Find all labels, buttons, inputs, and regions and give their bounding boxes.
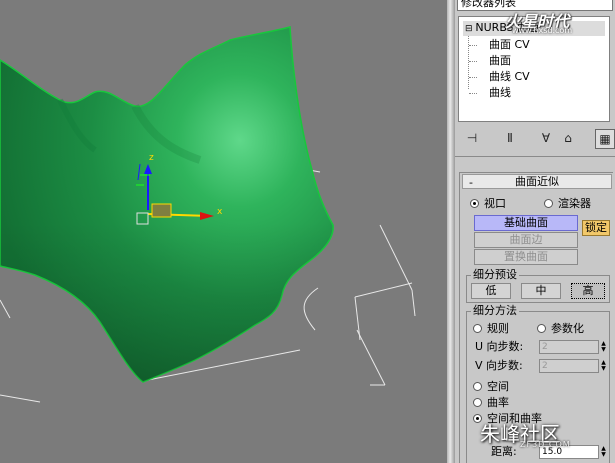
- show-end-result-icon[interactable]: Ⅱ: [501, 129, 519, 147]
- expand-minus-icon: ⊟: [465, 24, 476, 34]
- renderer-radio-label: 渲染器: [558, 197, 591, 210]
- regular-radio[interactable]: [473, 324, 482, 333]
- watermark-bottom-url: ZF3D.COM: [520, 440, 571, 449]
- viewport-radio[interactable]: [470, 199, 479, 208]
- axis-z-label: z: [149, 153, 154, 163]
- regular-label: 规则: [487, 322, 509, 335]
- collapse-minus-icon: -: [469, 176, 473, 189]
- surface-edge-button[interactable]: 曲面边: [474, 232, 578, 248]
- curvature-label: 曲率: [487, 396, 509, 409]
- tessellation-presets-group: 细分预设 低 中 高: [466, 269, 610, 303]
- v-steps-label: V 向步数:: [475, 359, 523, 372]
- v-steps-spinner[interactable]: 2 ▲ ▼: [539, 359, 606, 373]
- curvature-radio[interactable]: [473, 398, 482, 407]
- rollout-title[interactable]: - 曲面近似: [462, 174, 612, 189]
- stack-item-curve[interactable]: 曲线: [489, 86, 511, 100]
- preset-high-button[interactable]: 高: [571, 283, 605, 299]
- spinner-arrows-icon[interactable]: ▲ ▼: [599, 360, 608, 374]
- spatial-label: 空间: [487, 380, 509, 393]
- spatial-radio[interactable]: [473, 382, 482, 391]
- spinner-arrows-icon[interactable]: ▲ ▼: [599, 341, 608, 355]
- parametric-label: 参数化: [551, 322, 584, 335]
- pin-stack-icon[interactable]: ⊣: [463, 129, 481, 147]
- u-steps-spinner[interactable]: 2 ▲ ▼: [539, 340, 606, 354]
- stack-item-surface-cv[interactable]: 曲面 CV: [489, 38, 530, 52]
- make-unique-icon[interactable]: ∀: [537, 129, 555, 147]
- displaced-surface-button[interactable]: 置换曲面: [474, 249, 578, 265]
- spinner-arrows-icon[interactable]: ▲ ▼: [599, 446, 608, 460]
- viewport-radio-label: 视口: [484, 197, 506, 210]
- viewport-panel-divider[interactable]: [447, 0, 455, 463]
- base-surface-button[interactable]: 基础曲面: [474, 215, 578, 231]
- viewport-canvas[interactable]: z x: [0, 0, 447, 463]
- configure-sets-icon[interactable]: ▦: [595, 129, 615, 149]
- watermark-top-url: www.hxsd.com: [512, 26, 573, 35]
- method-title: 细分方法: [471, 304, 519, 317]
- perspective-viewport[interactable]: z x: [0, 0, 447, 463]
- stack-toolbar: ⊣ Ⅱ ∀ ⌂ ▦: [455, 125, 615, 149]
- presets-title: 细分预设: [471, 268, 519, 281]
- preset-medium-button[interactable]: 中: [521, 283, 561, 299]
- separator: [455, 156, 615, 157]
- u-steps-label: U 向步数:: [475, 340, 524, 353]
- stack-item-curve-cv[interactable]: 曲线 CV: [489, 70, 530, 84]
- preset-low-button[interactable]: 低: [471, 283, 511, 299]
- parametric-radio[interactable]: [537, 324, 546, 333]
- lock-button[interactable]: 锁定: [582, 220, 610, 236]
- modify-panel: 修改器列表 ⊟ NURBS 曲面 曲面 CV 曲面 曲线 CV 曲线 ⊣ Ⅱ ∀…: [455, 0, 615, 463]
- stack-item-surface[interactable]: 曲面: [489, 54, 511, 68]
- remove-modifier-icon[interactable]: ⌂: [559, 129, 577, 147]
- axis-x-label: x: [217, 207, 223, 217]
- renderer-radio[interactable]: [544, 199, 553, 208]
